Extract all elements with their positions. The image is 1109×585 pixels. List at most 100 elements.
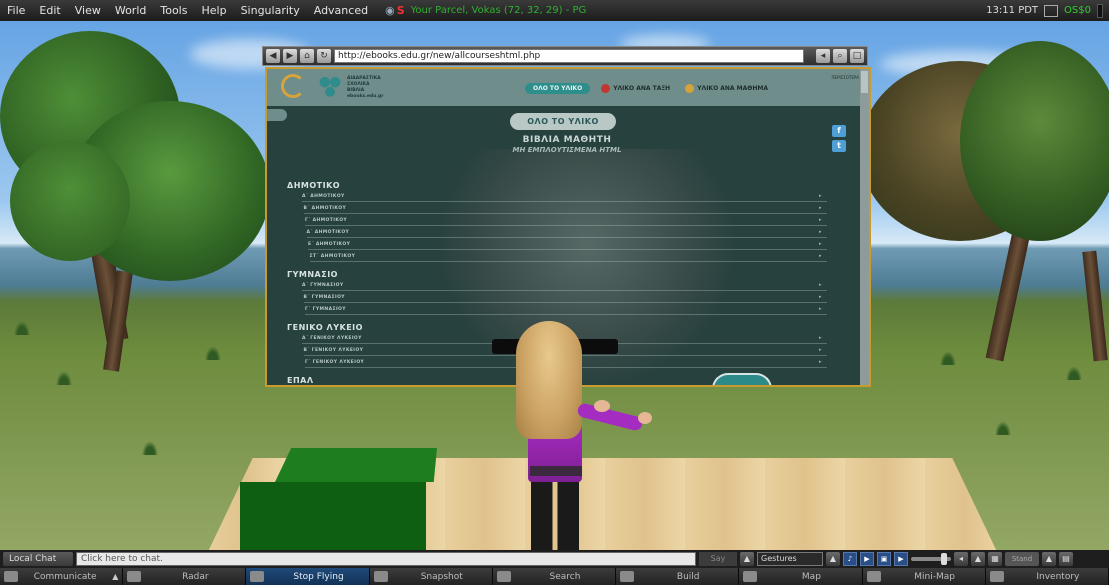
toolbar-label: Radar <box>182 571 209 582</box>
site-logo-dots-icon <box>317 75 343 99</box>
right-arrow-icon: ▶ <box>286 51 294 61</box>
toolbar-snapshot-button[interactable]: Snapshot <box>369 568 493 585</box>
site-logo-icon[interactable] <box>281 74 305 98</box>
play-icon: ▶ <box>898 555 904 563</box>
page-subheading: ΜΗ ΕΜΠΛΟΥΤΙΣΜΕΝΑ HTML <box>512 146 622 154</box>
menu-item-edit[interactable]: Edit <box>32 0 67 21</box>
category-item[interactable]: Δ΄ ΔΗΜΟΤΙΚΟΥ <box>307 230 350 235</box>
bottom-button[interactable] <box>712 373 772 385</box>
chat-input[interactable]: Click here to chat. <box>76 552 696 566</box>
filter-pill[interactable]: ΟΛΟ ΤΟ ΥΛΙΚΟ <box>510 113 616 130</box>
media-play-button[interactable]: ▣ <box>877 552 891 566</box>
music-play-button[interactable]: ♪ <box>843 552 857 566</box>
tree-trunk <box>985 220 1033 362</box>
category-item[interactable]: ΣΤ΄ ΔΗΜΟΤΙΚΟΥ <box>310 254 356 259</box>
reload-button[interactable]: ↻ <box>317 49 331 63</box>
menu-item-file[interactable]: File <box>0 0 32 21</box>
menu-button[interactable]: ▤ <box>1059 552 1073 566</box>
category-item[interactable]: Β΄ ΔΗΜΟΤΙΚΟΥ <box>304 206 347 211</box>
music-stop-button[interactable]: ▶ <box>860 552 874 566</box>
menu-item-singularity[interactable]: Singularity <box>234 0 307 21</box>
menu-items: File Edit View World Tools Help Singularity Adv… <box>0 0 375 21</box>
facebook-icon[interactable]: f <box>832 125 846 137</box>
overlay-expand-button[interactable]: ▲ <box>1042 552 1056 566</box>
grass-tuft <box>995 421 1011 435</box>
camera-controls-button[interactable]: ▦ <box>988 552 1002 566</box>
category-item[interactable]: Γ΄ ΓΕΝΙΚΟΥ ΛΥΚΕΙΟΥ <box>305 360 364 365</box>
nav-by-class[interactable]: ΥΛΙΚΟ ΑΝΑ ΤΑΞΗ <box>613 85 670 92</box>
category-title[interactable]: ΓΕΝΙΚΟ ΛΥΚΕΙΟ <box>287 323 363 332</box>
category-item[interactable]: Ε΄ ΔΗΜΟΤΙΚΟΥ <box>308 242 350 247</box>
local-chat-tab[interactable]: Local Chat <box>3 552 73 566</box>
toolbar-communicate-button[interactable]: Communicate ▲ <box>0 568 124 585</box>
menu-bar: File Edit View World Tools Help Singularity Adv… <box>0 0 1109 21</box>
toolbar-mini-map-button[interactable]: Mini-Map <box>862 568 986 585</box>
toolbar-search-button[interactable]: Search <box>492 568 617 585</box>
menu-item-tools[interactable]: Tools <box>153 0 194 21</box>
volume-expand-button[interactable]: ▲ <box>971 552 985 566</box>
chevron-right-icon: ▸ <box>819 335 822 341</box>
volume-button[interactable]: ◂ <box>816 49 830 63</box>
balance[interactable]: OS$0 <box>1064 5 1091 16</box>
toolbar-stop-flying-button[interactable]: Stop Flying <box>246 568 370 585</box>
volume-slider[interactable] <box>911 553 951 565</box>
say-button[interactable]: Say <box>699 552 737 566</box>
tree-trunk <box>1082 250 1108 362</box>
gestures-dropdown[interactable]: Gestures <box>757 552 823 566</box>
forward-button[interactable]: ▶ <box>283 49 297 63</box>
category-item[interactable]: Γ΄ ΓΥΜΝΑΣΙΟΥ <box>305 307 346 312</box>
twitter-icon[interactable]: t <box>832 140 846 152</box>
category-item[interactable]: Α΄ ΓΕΝΙΚΟΥ ΛΥΚΕΙΟΥ <box>302 336 362 341</box>
dot-icon <box>685 84 695 93</box>
site-note[interactable]: ΠΕΡΙΣΣΟΤΕΡΑ <box>832 75 859 80</box>
nav-all-material[interactable]: ΟΛΟ ΤΟ ΥΛΙΚΟ <box>525 83 591 94</box>
menu-item-view[interactable]: View <box>68 0 108 21</box>
mute-button[interactable]: ◂ <box>954 552 968 566</box>
category-title[interactable]: ΓΥΜΝΑΣΙΟ <box>287 270 338 279</box>
home-button[interactable]: ⌂ <box>300 49 314 63</box>
toolbar-inventory-button[interactable]: Inventory <box>985 568 1109 585</box>
side-tab[interactable] <box>267 109 287 121</box>
chat-expand-button[interactable]: ▲ <box>740 552 754 566</box>
parcel-info[interactable]: Your Parcel, Vokas (72, 32, 29) - PG <box>411 5 587 16</box>
grass-tuft <box>142 441 158 455</box>
category-item[interactable]: Β΄ ΓΕΝΙΚΟΥ ΛΥΚΕΙΟΥ <box>304 348 364 353</box>
menu-item-advanced[interactable]: Advanced <box>307 0 375 21</box>
category-title[interactable]: ΕΠΑΛ <box>287 376 314 385</box>
url-field[interactable]: http://ebooks.edu.gr/new/allcourseshtml.… <box>334 49 804 63</box>
category-title[interactable]: ΔΗΜΟΤΙΚΟ <box>287 181 340 190</box>
grass-tuft <box>1066 366 1082 380</box>
toolbar-label: Communicate <box>33 571 97 582</box>
media-stop-button[interactable]: ▶ <box>894 552 908 566</box>
popout-button[interactable]: □ <box>850 49 864 63</box>
build-icon <box>620 571 635 582</box>
toolbar-map-button[interactable]: Map <box>739 568 863 585</box>
category-item[interactable]: Α΄ ΓΥΜΝΑΣΙΟΥ <box>302 283 344 288</box>
dot-icon <box>601 84 611 93</box>
gestures-expand-button[interactable]: ▲ <box>826 552 840 566</box>
volume-icon[interactable] <box>1044 4 1059 17</box>
zoom-button[interactable]: ⌕ <box>833 49 847 63</box>
stand-button[interactable]: Stand <box>1005 552 1039 566</box>
3d-viewport[interactable]: ◀ ▶ ⌂ ↻ http://ebooks.edu.gr/new/allcour… <box>0 21 1109 550</box>
scrollbar[interactable] <box>860 69 869 385</box>
chevron-up-icon[interactable]: ▲ <box>112 572 122 581</box>
row-divider <box>302 290 827 291</box>
row-divider <box>306 237 827 238</box>
row-divider <box>303 302 827 303</box>
category-item[interactable]: Γ΄ ΔΗΜΟΤΙΚΟΥ <box>305 218 347 223</box>
category-item[interactable]: Α΄ ΔΗΜΟΤΙΚΟΥ <box>302 194 345 199</box>
nav-by-subject[interactable]: ΥΛΙΚΟ ΑΝΑ ΜΑΘΗΜΑ <box>697 85 768 92</box>
sound-icon[interactable]: ◉ <box>385 4 395 17</box>
grid-icon: ▤ <box>1062 554 1070 563</box>
category-item[interactable]: Β΄ ΓΥΜΝΑΣΙΟΥ <box>304 295 345 300</box>
avatar-belt <box>530 466 582 476</box>
back-button[interactable]: ◀ <box>266 49 280 63</box>
toolbar-label: Search <box>549 571 581 582</box>
toolbar-build-button[interactable]: Build <box>616 568 740 585</box>
menu-item-world[interactable]: World <box>108 0 154 21</box>
green-table-top <box>275 448 437 482</box>
menu-item-help[interactable]: Help <box>194 0 233 21</box>
scrollbar-thumb[interactable] <box>861 71 868 93</box>
toolbar-radar-button[interactable]: Radar <box>123 568 247 585</box>
